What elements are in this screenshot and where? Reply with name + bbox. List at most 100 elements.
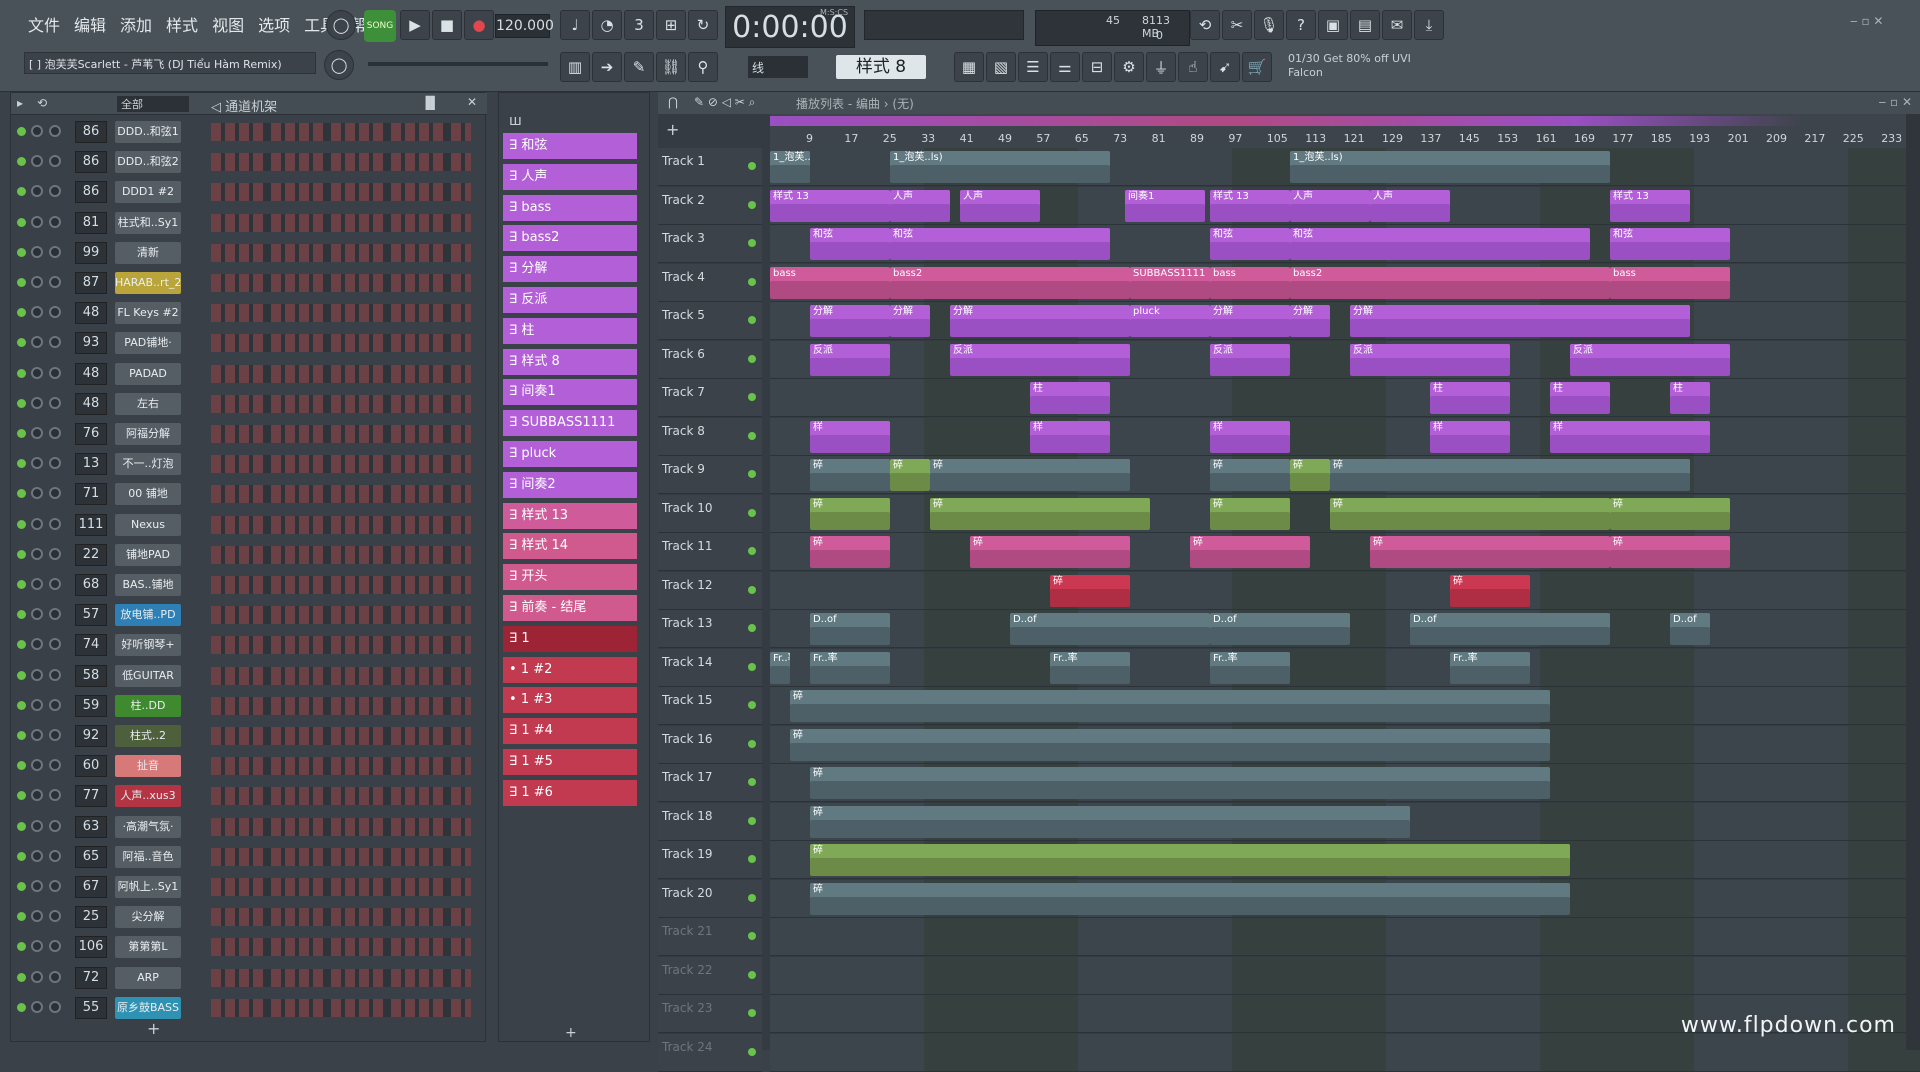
volume-knob[interactable] <box>49 819 61 832</box>
channel-row[interactable]: 22 铺地PAD <box>11 540 487 570</box>
chat-icon[interactable]: ✉ <box>1382 10 1412 40</box>
stamp-icon[interactable]: ⚲ <box>688 52 718 82</box>
channel-led[interactable] <box>17 187 26 197</box>
track-lane[interactable]: 碎碎 <box>770 571 1920 610</box>
pan-knob[interactable] <box>31 517 43 530</box>
mixer-track-number[interactable]: 106 <box>75 936 107 959</box>
step-sequencer[interactable] <box>211 485 471 504</box>
step-sequencer[interactable] <box>211 908 471 927</box>
playlist-clip[interactable]: 碎 <box>790 728 1550 761</box>
volume-knob[interactable] <box>49 457 61 470</box>
volume-knob[interactable] <box>49 578 61 590</box>
pattern-item[interactable]: • 1 #3 <box>503 687 637 714</box>
volume-knob[interactable] <box>49 698 61 711</box>
step-sequencer[interactable] <box>211 394 471 413</box>
playlist-clip[interactable]: 碎 <box>810 536 890 568</box>
track-header[interactable]: Track 19 <box>658 841 762 879</box>
channel-led[interactable] <box>17 670 26 680</box>
channel-led[interactable] <box>17 972 26 982</box>
playlist-scrollbar[interactable] <box>1906 114 1920 1050</box>
record-icon[interactable]: ● <box>464 10 494 40</box>
browser-icon[interactable]: ⊟ <box>1082 52 1112 82</box>
master-volume-knob[interactable]: ◯ <box>324 50 354 80</box>
mixer-track-number[interactable]: 22 <box>75 543 107 566</box>
mixer-track-number[interactable]: 71 <box>75 483 107 506</box>
track-lane[interactable]: 碎碎碎碎碎 <box>770 494 1920 533</box>
channel-led[interactable] <box>17 398 26 408</box>
pattern-item[interactable]: ∃ 前奏 - 结尾 <box>503 595 637 621</box>
playlist-clip[interactable]: 样 <box>1210 420 1290 453</box>
track-mute-led[interactable] <box>748 855 756 863</box>
pan-knob[interactable] <box>31 638 43 651</box>
track-mute-led[interactable] <box>748 662 756 671</box>
step-sequencer[interactable] <box>211 787 471 806</box>
track-header[interactable]: Track 12 <box>658 571 762 610</box>
playlist-clip[interactable]: 反派 <box>1350 343 1510 376</box>
playlist-clip[interactable]: SUBBASS1111 <box>1130 266 1210 299</box>
pattern-item[interactable]: ∃ pluck <box>503 441 637 467</box>
track-header[interactable]: Track 15 <box>658 687 762 725</box>
playlist-clip[interactable]: 碎 <box>1610 497 1730 530</box>
channel-row[interactable]: 55 原乡鼓BASS <box>11 993 487 1023</box>
step-sequencer[interactable] <box>211 304 471 323</box>
channel-row[interactable]: 63 ·高潮气氛· <box>11 812 487 842</box>
rack-menu-icon[interactable]: ▸ <box>17 96 23 110</box>
pan-knob[interactable] <box>31 910 43 923</box>
step-sequencer[interactable] <box>211 878 471 896</box>
step-sequencer[interactable] <box>211 334 471 353</box>
mixer-track-number[interactable]: 74 <box>75 634 107 657</box>
channel-name-button[interactable]: DDD..和弦1 <box>115 121 181 143</box>
volume-knob[interactable] <box>49 547 61 560</box>
playlist-clip[interactable]: Fr..率 <box>1210 651 1290 684</box>
playlist-clip[interactable]: 样式 13 <box>1210 189 1290 222</box>
track-lane[interactable]: 柱柱柱柱 <box>770 379 1920 417</box>
mic-icon[interactable]: 🎙 <box>1254 10 1284 40</box>
pattern-selector[interactable]: 样式 8 <box>836 55 926 79</box>
volume-knob[interactable] <box>49 155 61 168</box>
track-mute-led[interactable] <box>748 316 756 324</box>
undo-icon[interactable]: ⟲ <box>1190 10 1220 40</box>
plug-icon[interactable]: ⏚ <box>1146 52 1176 82</box>
channel-row[interactable]: 86 DDD1 #2 <box>11 177 487 207</box>
track-lane[interactable]: 碎 <box>770 764 1920 802</box>
tempo-tap-icon[interactable]: ➹ <box>1210 52 1240 82</box>
pattern-item[interactable]: ∃ 和弦 <box>503 133 637 159</box>
mixer-track-number[interactable]: 48 <box>75 392 107 415</box>
track-lane[interactable] <box>770 956 1920 995</box>
playlist-window-controls[interactable]: ‒ ▫ ✕ <box>1879 95 1912 109</box>
channel-led[interactable] <box>17 308 26 318</box>
volume-knob[interactable] <box>49 517 61 530</box>
volume-knob[interactable] <box>49 849 61 862</box>
channel-row[interactable]: 86 DDD..和弦2 <box>11 147 487 177</box>
track-header[interactable]: Track 5 <box>658 302 762 340</box>
track-lane[interactable]: 碎碎碎碎碎碎 <box>770 456 1920 494</box>
playlist-clip[interactable]: 碎 <box>1450 574 1530 607</box>
channel-name-button[interactable]: 第第第L <box>115 936 181 959</box>
pan-knob[interactable] <box>31 819 43 832</box>
track-header[interactable]: Track 24 <box>658 1033 762 1072</box>
playlist-clip[interactable]: 和弦 <box>890 228 1110 260</box>
playlist-clip[interactable]: D..of <box>810 613 890 645</box>
pan-knob[interactable] <box>31 396 43 409</box>
render-icon[interactable]: ▤ <box>1350 10 1380 40</box>
channel-row[interactable]: 76 阿福分解 <box>11 419 487 449</box>
channel-led[interactable] <box>17 942 26 952</box>
pattern-item[interactable]: ∃ bass2 <box>503 225 637 252</box>
pencil-icon[interactable]: ✎ <box>624 52 654 82</box>
channel-led[interactable] <box>17 640 26 650</box>
tempo-display[interactable]: 120.000 <box>495 14 554 38</box>
step-sequencer[interactable] <box>211 274 471 292</box>
playlist-clip[interactable]: Fr..率 <box>810 651 890 684</box>
playlist-clip[interactable]: 柱 <box>1430 382 1510 414</box>
track-header[interactable]: Track 22 <box>658 956 762 995</box>
pan-knob[interactable] <box>31 276 43 288</box>
mixer-track-number[interactable]: 59 <box>75 694 107 717</box>
playlist-clip[interactable]: 分解 <box>1290 305 1330 337</box>
pattern-item[interactable]: ∃ 人声 <box>503 163 637 190</box>
volume-knob[interactable] <box>49 336 61 349</box>
playlist-clip[interactable]: 碎 <box>810 805 1410 838</box>
volume-knob[interactable] <box>49 276 61 288</box>
playlist-clip[interactable]: D..of <box>1010 613 1210 645</box>
channel-row[interactable]: 59 柱..DD <box>11 691 487 721</box>
playlist-clip[interactable]: 间奏1 <box>1125 189 1205 222</box>
